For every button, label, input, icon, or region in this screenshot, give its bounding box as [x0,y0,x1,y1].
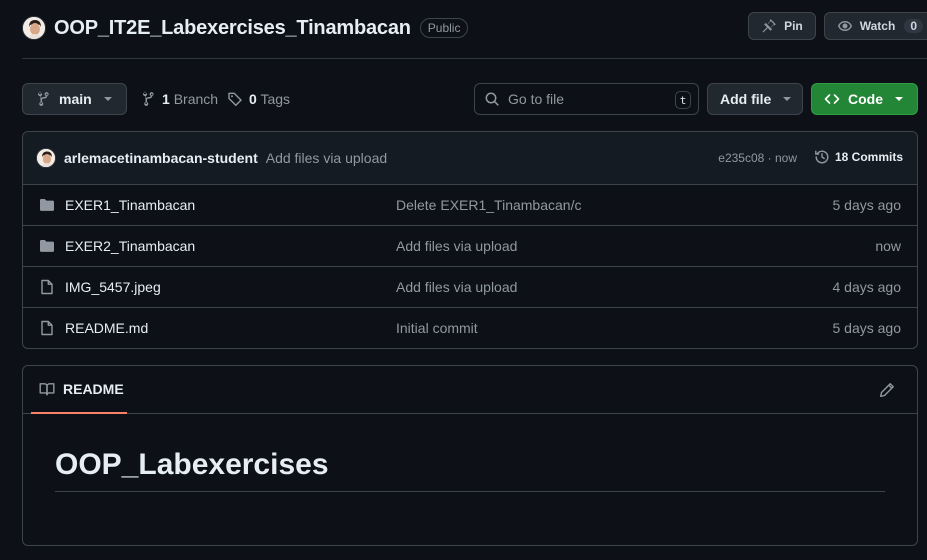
history-icon [815,150,829,164]
file-commit-message[interactable]: Delete EXER1_Tinambacan/c [396,197,581,213]
file-icon [39,320,55,336]
search-icon [485,92,499,106]
branch-name: main [59,91,92,107]
pin-icon [762,19,776,33]
add-file-button[interactable]: Add file [707,83,803,115]
code-button[interactable]: Code [811,83,918,115]
search-placeholder: Go to file [508,91,565,107]
tab-readme[interactable]: README [31,366,127,414]
repo-name[interactable]: OOP_IT2E_Labexercises_Tinambacan [54,17,411,40]
branch-count-label: Branch [173,91,219,107]
header-actions: Pin Watch 0 [748,12,927,40]
tag-count-label: Tags [260,91,291,107]
file-row[interactable]: EXER1_Tinambacan Delete EXER1_Tinambacan/… [23,185,917,226]
watch-label: Watch [859,19,896,33]
file-commit-date: 5 days ago [832,197,902,213]
go-to-file-input[interactable]: Go to file t [474,83,699,115]
file-commit-date: 4 days ago [832,279,902,295]
eye-icon [837,21,852,31]
file-commit-message[interactable]: Add files via upload [396,279,517,295]
file-row[interactable]: EXER2_Tinambacan Add files via upload now [23,226,917,267]
file-browser: arlemacetinambacan-student Add files via… [22,131,918,349]
chevron-down-icon [895,97,903,101]
chevron-down-icon [783,97,792,101]
watch-button[interactable]: Watch 0 [823,12,927,40]
tags-link[interactable]: 0 Tags [227,83,290,115]
pin-label: Pin [784,19,803,33]
branch-icon [37,91,49,106]
branches-link[interactable]: 1 Branch [140,83,218,115]
repo-header: OOP_IT2E_Labexercises_Tinambacan Public … [22,12,927,42]
branch-count: 1 [162,91,170,107]
readme-tab-label: README [63,381,124,397]
branch-icon [142,91,154,106]
add-file-label: Add file [720,91,772,107]
search-shortcut-key: t [675,91,691,109]
pin-button[interactable]: Pin [748,12,816,40]
tag-icon [228,92,242,107]
commit-author[interactable]: arlemacetinambacan-student [64,150,258,166]
latest-commit-bar: arlemacetinambacan-student Add files via… [23,132,917,185]
file-name-link[interactable]: README.md [65,320,148,336]
file-commit-date: now [875,238,901,254]
commit-hash-time[interactable]: e235c08 · now [718,151,797,165]
file-name-link[interactable]: IMG_5457.jpeg [65,279,161,295]
file-name-link[interactable]: EXER1_Tinambacan [65,197,195,213]
code-label: Code [848,91,883,107]
file-commit-date: 5 days ago [832,320,902,336]
visibility-badge: Public [419,18,469,38]
commits-link[interactable]: 18 Commits [814,149,903,165]
commit-author-avatar[interactable] [36,148,56,168]
tag-count: 0 [249,91,257,107]
file-row[interactable]: IMG_5457.jpeg Add files via upload 4 days … [23,267,917,308]
folder-icon [39,238,55,254]
branch-selector[interactable]: main [22,83,127,115]
folder-icon [39,197,55,213]
readme-heading: OOP_Labexercises [55,448,885,492]
commit-message[interactable]: Add files via upload [266,150,387,166]
watch-count: 0 [904,19,923,33]
readme-header: README [23,366,917,414]
code-icon [824,94,840,104]
readme-content: OOP_Labexercises [23,414,917,492]
file-name-link[interactable]: EXER2_Tinambacan [65,238,195,254]
repo-toolbar: main 1 Branch 0 Tags Go to file t Add fi… [22,83,918,115]
commits-count: 18 Commits [834,150,903,164]
owner-avatar[interactable] [22,16,46,40]
file-commit-message[interactable]: Add files via upload [396,238,517,254]
readme-panel: README OOP_Labexercises [22,365,918,546]
chevron-down-icon [103,97,112,101]
header-divider [22,58,927,59]
book-icon [39,383,55,396]
file-commit-message[interactable]: Initial commit [396,320,478,336]
file-icon [39,279,55,295]
pencil-icon[interactable] [879,382,895,398]
file-row[interactable]: README.md Initial commit 5 days ago [23,308,917,348]
